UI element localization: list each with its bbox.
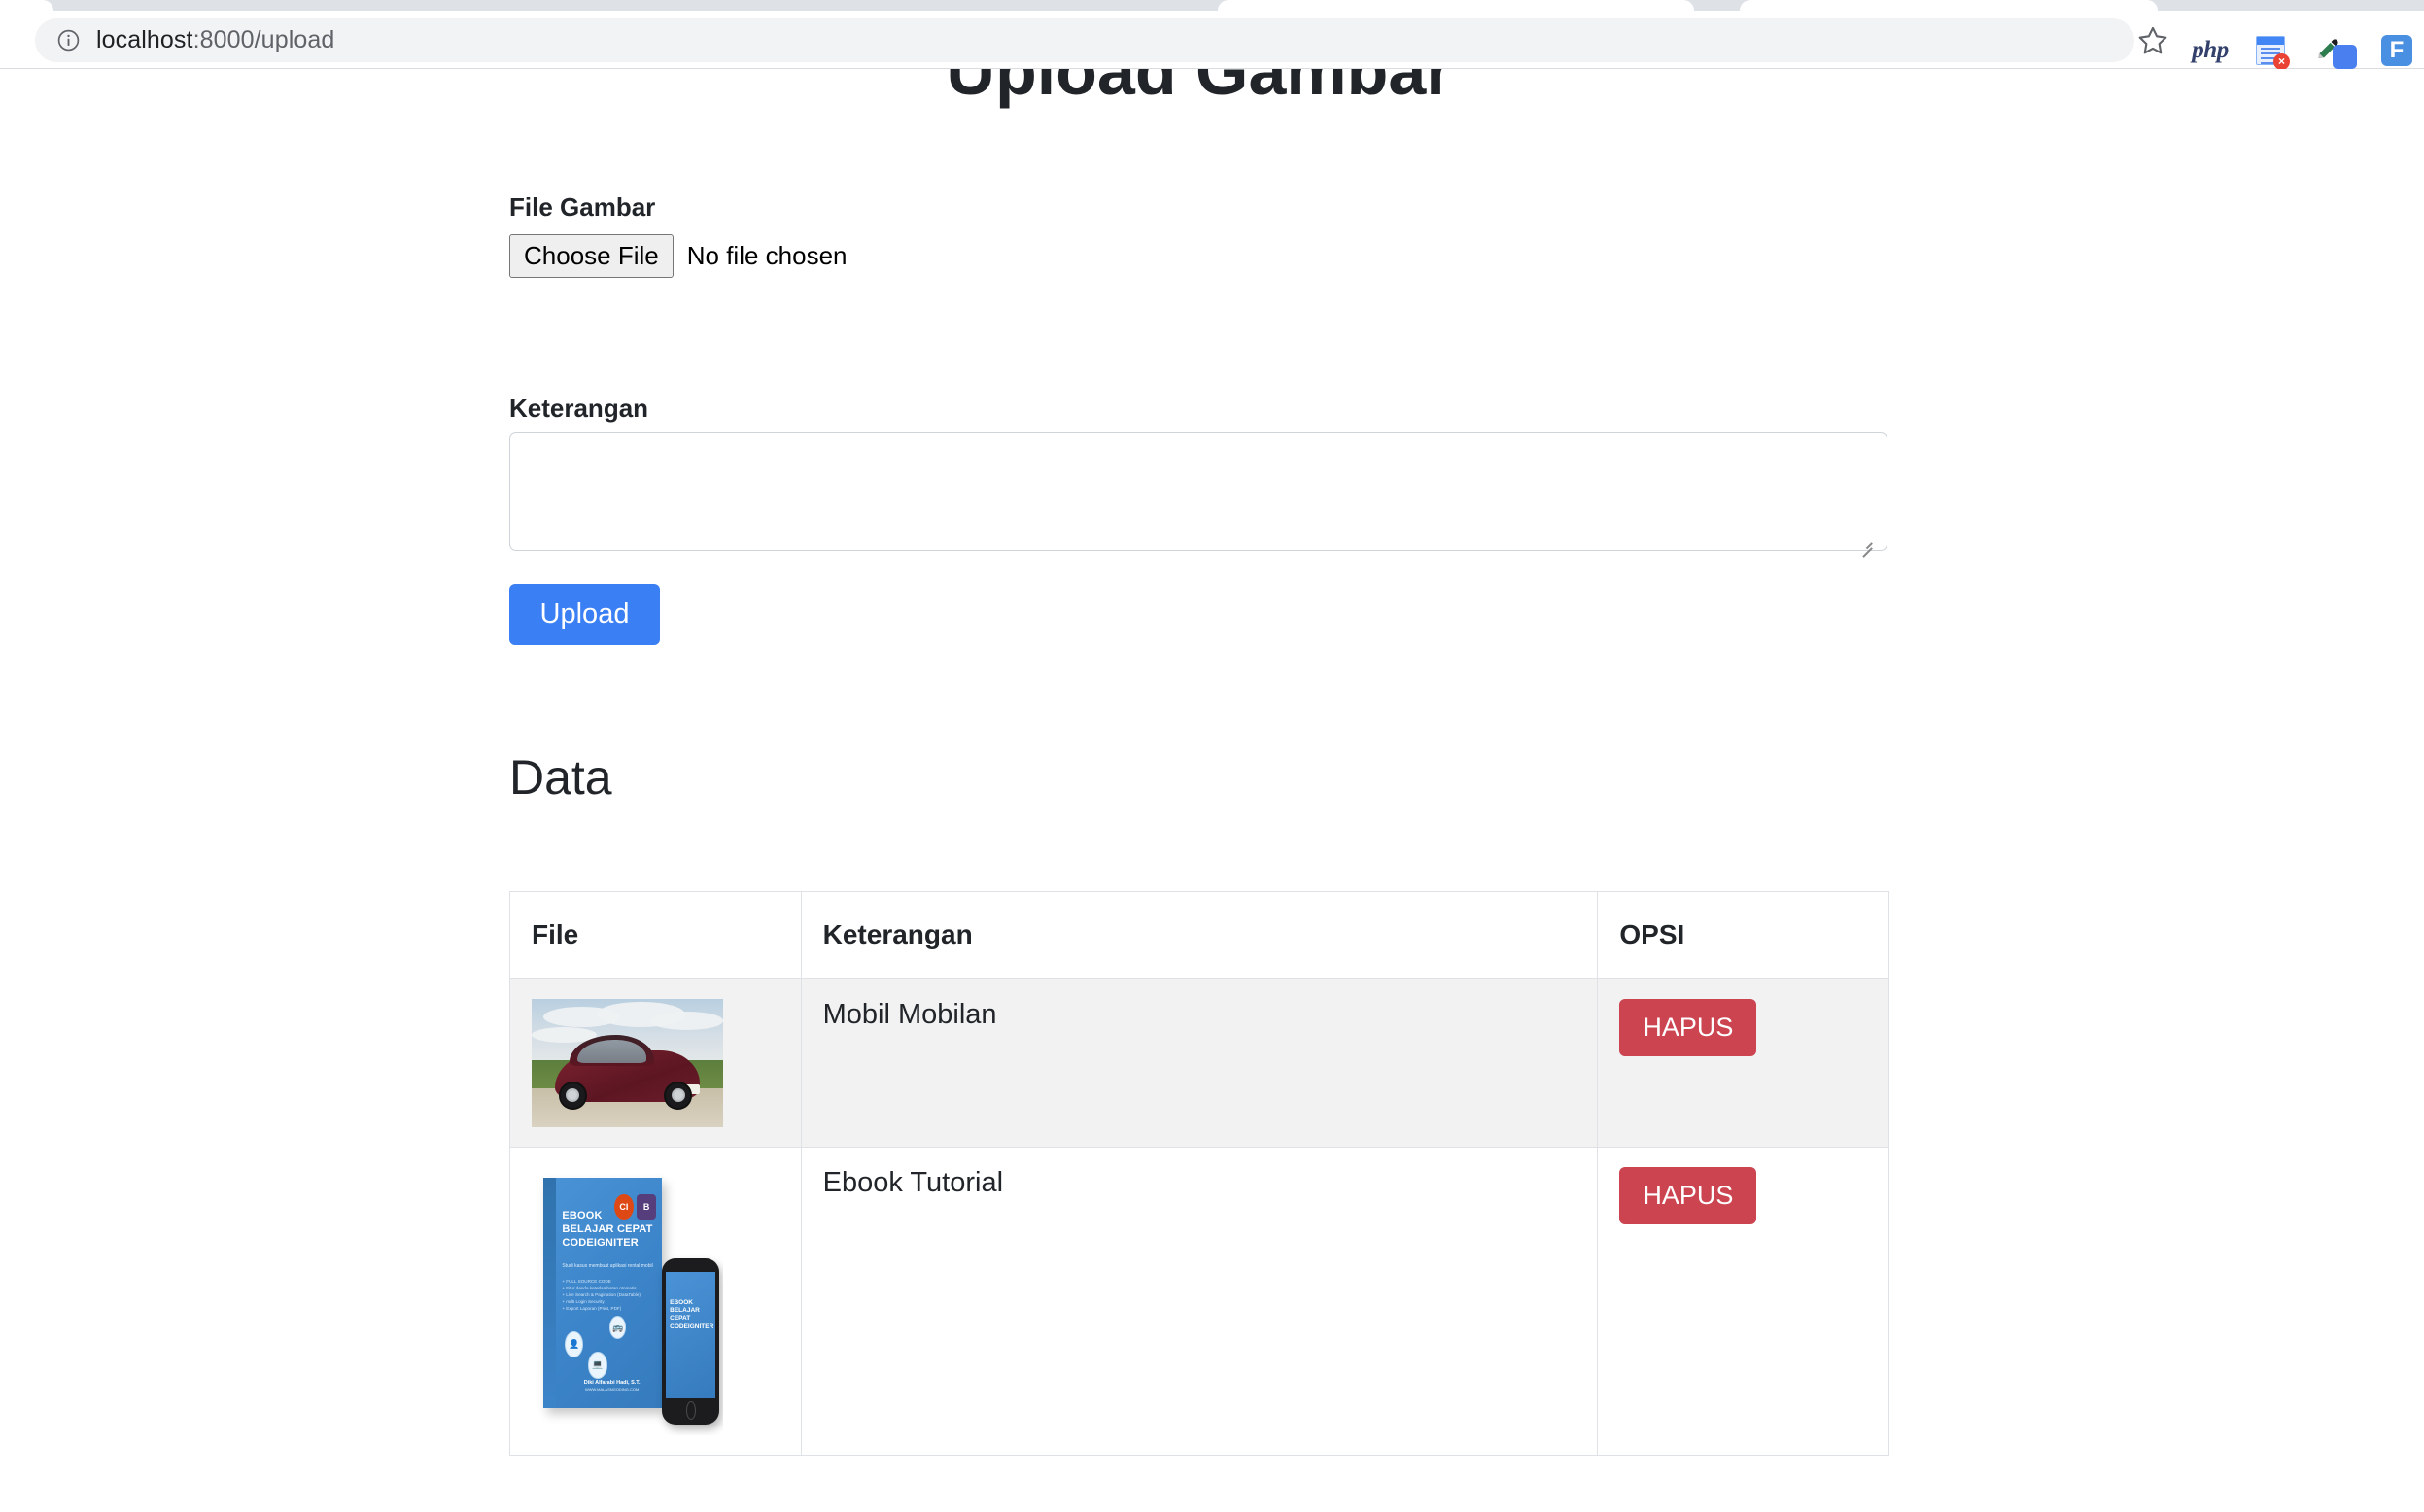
form-icon: × xyxy=(2256,36,2290,70)
car-photo-thumbnail[interactable] xyxy=(532,999,723,1127)
info-circle-icon[interactable] xyxy=(56,28,81,52)
column-header-opsi: OPSI xyxy=(1597,891,1889,979)
table-row: Mobil Mobilan HAPUS xyxy=(509,978,1889,1148)
file-input-row[interactable]: Choose File No file chosen xyxy=(509,234,848,278)
color-swatch xyxy=(2333,45,2357,69)
column-header-keterangan: Keterangan xyxy=(800,891,1599,979)
book-bullet: + Export Laporan (Print, PDF) xyxy=(562,1306,622,1312)
browser-tab-active[interactable] xyxy=(1218,0,1694,11)
keterangan-cell: Mobil Mobilan xyxy=(800,978,1599,1148)
file-thumbnail-cell: CI B EBOOK BELAJAR CEPAT CODEIGNITER Stu… xyxy=(509,1147,802,1456)
url-path: :8000/upload xyxy=(192,26,335,53)
opsi-cell: HAPUS xyxy=(1597,978,1889,1148)
laptop-icon: 💻 xyxy=(588,1352,607,1379)
delete-button[interactable]: HAPUS xyxy=(1619,1167,1757,1224)
browser-tab[interactable] xyxy=(0,0,53,11)
book-title-line3: CODEIGNITER xyxy=(562,1236,639,1249)
tab-strip xyxy=(0,0,2424,11)
address-bar[interactable]: localhost:8000/upload xyxy=(35,18,2134,62)
book-bullet: + FULL SOURCE CODE xyxy=(562,1279,611,1285)
data-heading: Data xyxy=(509,750,612,805)
table-header: File Keterangan OPSI xyxy=(509,891,1889,979)
author-name: Diki Alfarabi Hadi, S.T. xyxy=(583,1379,641,1386)
file-thumbnail-cell xyxy=(509,978,802,1148)
file-gambar-label: File Gambar xyxy=(509,192,656,222)
phone-title: EBOOK BELAJAR CEPAT CODEIGNITER xyxy=(670,1299,714,1331)
error-badge: × xyxy=(2273,53,2290,70)
book-title: EBOOK BELAJAR CEPAT CODEIGNITER xyxy=(562,1210,657,1250)
form-filler-extension-icon[interactable]: × xyxy=(2252,32,2290,70)
star-icon[interactable] xyxy=(2134,22,2171,59)
choose-file-button[interactable]: Choose File xyxy=(509,234,674,278)
no-file-chosen-text: No file chosen xyxy=(686,241,848,270)
figma-extension-icon[interactable]: F xyxy=(2378,32,2415,69)
book-title-line1: EBOOK xyxy=(562,1210,603,1222)
phone-home-button xyxy=(685,1401,696,1420)
php-extension-icon[interactable]: php xyxy=(2192,32,2229,69)
vehicle-icon: 🚌 xyxy=(609,1316,627,1340)
url-text: localhost:8000/upload xyxy=(96,26,334,54)
car-wheel xyxy=(663,1081,693,1110)
book-bullet: + Fitur denda keterlambatan otomatis xyxy=(562,1286,637,1291)
table-body: Mobil Mobilan HAPUS CI B EBOOK BELAJAR C… xyxy=(509,978,1889,1456)
book-bullet: + md5 Login Security xyxy=(562,1299,605,1305)
browser-toolbar: localhost:8000/upload php × F xyxy=(0,11,2424,70)
column-header-file: File xyxy=(509,891,802,979)
phone-screen: EBOOK BELAJAR CEPAT CODEIGNITER xyxy=(666,1271,715,1398)
browser-chrome: localhost:8000/upload php × F xyxy=(0,0,2424,70)
keterangan-cell: Ebook Tutorial xyxy=(800,1147,1599,1456)
browser-tab[interactable] xyxy=(1740,0,2158,11)
book-spine xyxy=(542,1178,557,1409)
delete-button[interactable]: HAPUS xyxy=(1619,999,1757,1056)
keterangan-textarea[interactable] xyxy=(509,432,1887,551)
table-header-row: File Keterangan OPSI xyxy=(509,891,1889,979)
color-picker-extension-icon[interactable] xyxy=(2312,32,2357,69)
page-content: Upload Gambar File Gambar Choose File No… xyxy=(0,69,2424,1512)
phone-title-line2: BELAJAR CEPAT xyxy=(670,1307,700,1323)
phone-title-line1: EBOOK xyxy=(670,1299,693,1307)
book-title-line2: BELAJAR CEPAT xyxy=(562,1223,653,1235)
book-subtitle: Studi kasus membuat aplikasi rental mobi… xyxy=(562,1262,653,1269)
book-feature-list: + FULL SOURCE CODE + Fitur denda keterla… xyxy=(562,1279,657,1312)
book-author: Diki Alfarabi Hadi, S.T. WWW.MALASNGODIN… xyxy=(570,1379,655,1392)
book-bullet: + Live Search & Pagination (DataTable) xyxy=(562,1292,641,1298)
keterangan-label: Keterangan xyxy=(509,394,649,423)
user-avatar-icon: 👤 xyxy=(564,1330,584,1358)
book-cover: CI B EBOOK BELAJAR CEPAT CODEIGNITER Stu… xyxy=(542,1178,662,1409)
data-table: File Keterangan OPSI Mobil Mobilan HAPUS… xyxy=(509,891,1889,1456)
page-title: Upload Gambar xyxy=(946,69,1453,109)
table-row: CI B EBOOK BELAJAR CEPAT CODEIGNITER Stu… xyxy=(509,1147,1889,1456)
upload-button[interactable]: Upload xyxy=(509,584,660,645)
phone-title-line3: CODEIGNITER xyxy=(670,1323,714,1330)
ebook-cover-thumbnail[interactable]: CI B EBOOK BELAJAR CEPAT CODEIGNITER Stu… xyxy=(532,1167,723,1435)
opsi-cell: HAPUS xyxy=(1597,1147,1889,1456)
car-wheel xyxy=(558,1081,588,1110)
author-website: WWW.MALASNGODING.COM xyxy=(584,1386,640,1392)
cloud-shape xyxy=(650,1012,723,1030)
phone-mockup: EBOOK BELAJAR CEPAT CODEIGNITER xyxy=(661,1257,720,1425)
url-host: localhost xyxy=(96,26,193,53)
